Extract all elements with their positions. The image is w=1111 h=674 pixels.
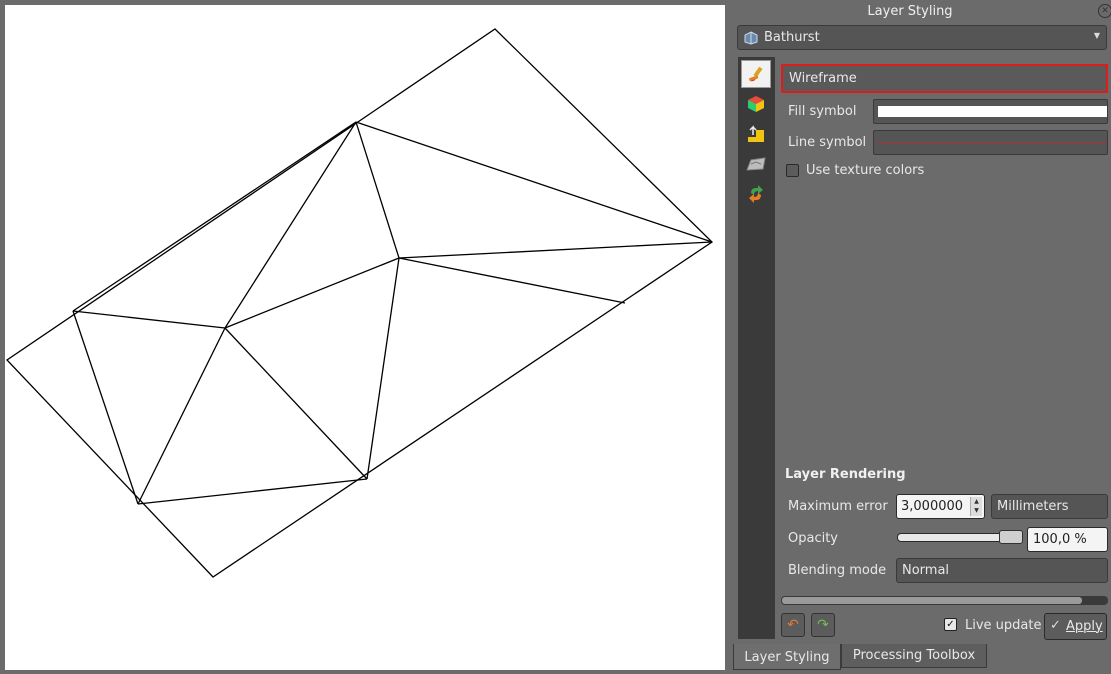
layer-styling-panel: Layer Styling ✕ Bathurst ▼ Wireframe Fil…	[728, 0, 1111, 674]
mesh-edge	[224, 257, 400, 329]
mesh-edge	[366, 257, 400, 480]
tab-layer-styling[interactable]: Layer Styling	[733, 644, 841, 670]
chevron-down-icon: ▼	[1093, 31, 1100, 40]
mesh-edge	[355, 121, 713, 243]
live-update-label: Live update	[965, 618, 1042, 633]
layer-selector[interactable]: Bathurst ▼	[737, 25, 1107, 50]
mesh-edge	[224, 121, 357, 329]
mesh-edge	[355, 121, 400, 259]
use-texture-label: Use texture colors	[806, 163, 925, 178]
opacity-label: Opacity	[788, 531, 839, 546]
sidebar-item-symbology[interactable]	[741, 60, 771, 88]
mesh-boundary	[6, 28, 714, 578]
terrain-icon	[746, 157, 766, 171]
layer-name: Bathurst	[764, 30, 820, 45]
redo-button[interactable]: ↷	[811, 613, 835, 637]
paintbrush-icon	[748, 66, 763, 82]
mesh-edge	[224, 327, 368, 480]
apply-button[interactable]: ✓ Apply	[1044, 613, 1107, 640]
tab-label: Layer Styling	[744, 650, 830, 665]
opacity-slider-handle[interactable]	[999, 530, 1023, 544]
redo-icon: ↷	[817, 617, 829, 633]
history-icon	[749, 185, 763, 203]
tab-label: Processing Toolbox	[852, 648, 976, 663]
apply-label: Apply	[1066, 619, 1103, 634]
mesh-edge	[72, 310, 226, 329]
fill-symbol-label: Fill symbol	[788, 104, 857, 119]
unit-value: Millimeters	[997, 499, 1069, 514]
mesh-edge	[398, 241, 713, 259]
fill-symbol-button[interactable]	[873, 99, 1108, 124]
renderer-type-select[interactable]: Wireframe	[781, 64, 1108, 93]
mesh-edge	[398, 257, 626, 304]
sidebar-item-3d-view[interactable]	[741, 90, 771, 118]
line-symbol-button[interactable]	[873, 130, 1108, 155]
styling-sidebar	[738, 57, 775, 639]
renderer-type-value: Wireframe	[789, 71, 857, 86]
map-canvas[interactable]	[5, 5, 725, 670]
opacity-spinbox[interactable]: 100,0 %	[1027, 527, 1108, 552]
sidebar-item-rendering[interactable]	[741, 150, 771, 178]
sidebar-item-elevation[interactable]	[741, 120, 771, 148]
horizontal-scrollbar[interactable]	[781, 596, 1108, 605]
mesh-edge	[72, 121, 357, 312]
unit-select[interactable]: Millimeters	[991, 494, 1108, 519]
line-symbol-label: Line symbol	[788, 135, 867, 150]
mesh-layer-icon	[744, 31, 758, 45]
mesh-edge	[137, 327, 226, 505]
blending-mode-label: Blending mode	[788, 563, 887, 578]
live-update-checkbox[interactable]: ✓	[944, 618, 957, 631]
layer-rendering-title: Layer Rendering	[785, 467, 906, 482]
tab-processing-toolbox[interactable]: Processing Toolbox	[841, 644, 987, 668]
max-error-label: Maximum error	[788, 499, 888, 514]
panel-title: Layer Styling	[867, 4, 953, 19]
sidebar-item-history[interactable]	[741, 180, 771, 208]
use-texture-checkbox[interactable]	[786, 164, 799, 177]
undo-button[interactable]: ↶	[781, 613, 805, 637]
blending-mode-select[interactable]: Normal	[896, 558, 1108, 583]
opacity-value: 100,0 %	[1033, 532, 1087, 547]
max-error-spinbox[interactable]: 3,000000 ▲ ▼	[896, 494, 985, 519]
cube-icon	[748, 96, 764, 112]
close-icon[interactable]: ✕	[1098, 4, 1111, 18]
max-error-value: 3,000000	[901, 499, 964, 514]
undo-icon: ↶	[787, 617, 799, 633]
check-icon: ✓	[1050, 618, 1061, 633]
blending-mode-value: Normal	[902, 563, 950, 578]
mesh-edge	[137, 478, 368, 505]
spin-arrows-icon[interactable]: ▲ ▼	[970, 497, 982, 516]
mesh-edge	[72, 310, 139, 505]
elevation-icon	[748, 125, 764, 142]
mesh-wireframe	[6, 28, 714, 578]
